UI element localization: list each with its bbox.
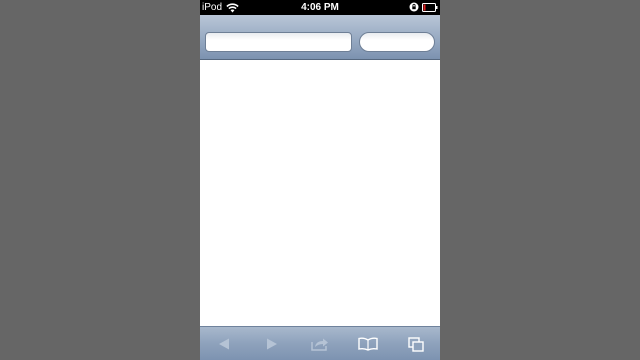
bookmarks-icon bbox=[358, 337, 378, 351]
share-button[interactable] bbox=[296, 327, 344, 360]
wifi-icon bbox=[226, 2, 239, 13]
share-icon bbox=[311, 338, 328, 351]
orientation-lock-icon bbox=[409, 2, 419, 12]
bottom-toolbar bbox=[200, 326, 440, 360]
status-bar: iPod 4:06 PM bbox=[200, 0, 440, 15]
forward-button[interactable] bbox=[248, 327, 296, 360]
ipod-screen: iPod 4:06 PM bbox=[200, 0, 440, 360]
address-bar bbox=[200, 15, 440, 60]
carrier-label: iPod bbox=[202, 2, 223, 13]
back-button[interactable] bbox=[200, 327, 248, 360]
forward-icon bbox=[267, 338, 277, 350]
battery-icon bbox=[422, 3, 438, 12]
back-icon bbox=[219, 338, 229, 350]
search-field[interactable] bbox=[359, 32, 435, 52]
web-page-content[interactable] bbox=[200, 60, 440, 326]
bookmarks-button[interactable] bbox=[344, 327, 392, 360]
tabs-button[interactable] bbox=[392, 327, 440, 360]
tabs-icon bbox=[408, 336, 424, 352]
url-field[interactable] bbox=[205, 32, 352, 52]
